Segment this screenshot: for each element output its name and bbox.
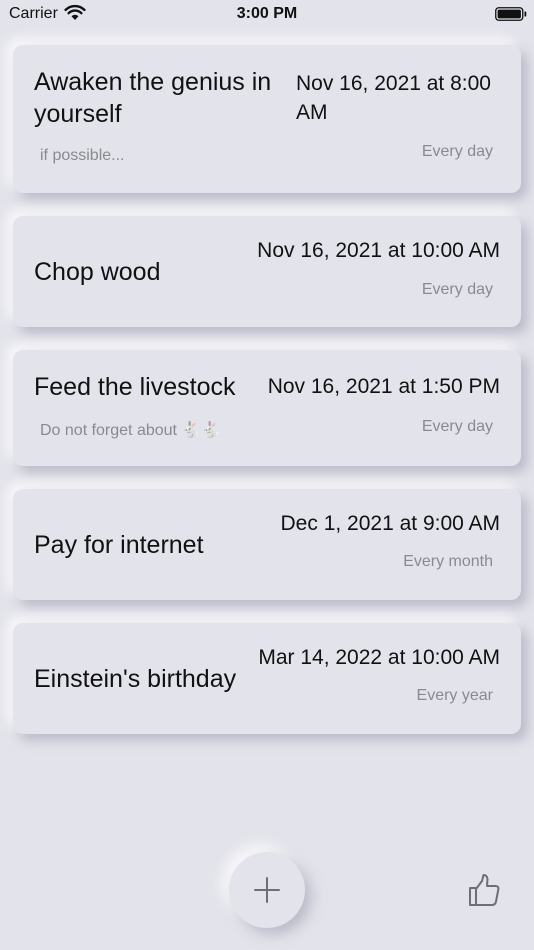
reminder-repeat: Every day: [421, 418, 493, 435]
reminder-card[interactable]: Awaken the genius in yourself Nov 16, 20…: [13, 45, 521, 193]
reminder-date: Nov 16, 2021 at 8:00 AM: [296, 72, 491, 124]
reminder-title: Chop wood: [34, 258, 161, 286]
reminder-card[interactable]: Einstein's birthday Mar 14, 2022 at 10:0…: [13, 623, 521, 734]
reminder-note: Do not forget about 🐇🐇: [40, 422, 222, 439]
reminder-title: Awaken the genius in yourself: [34, 68, 272, 128]
reminder-repeat: Every month: [403, 553, 493, 570]
clock: 3:00 PM: [236, 5, 298, 22]
plus-icon: [254, 877, 280, 903]
reminder-title: Pay for internet: [34, 531, 204, 559]
reminder-title: Feed the livestock: [34, 373, 236, 401]
reminder-repeat: Every year: [416, 687, 493, 704]
like-button[interactable]: [466, 872, 502, 908]
reminder-date: Dec 1, 2021 at 9:00 AM: [280, 512, 500, 535]
battery-icon: [495, 7, 527, 26]
reminder-repeat: Every day: [421, 143, 493, 160]
thumbs-up-icon: [469, 874, 500, 906]
reminder-card[interactable]: Pay for internet Dec 1, 2021 at 9:00 AM …: [13, 489, 521, 600]
reminder-repeat: Every day: [421, 281, 493, 298]
add-reminder-button[interactable]: [229, 852, 305, 928]
reminder-card[interactable]: Chop wood Nov 16, 2021 at 10:00 AM Every…: [13, 216, 521, 327]
reminder-title: Einstein's birthday: [34, 665, 237, 693]
reminder-card[interactable]: Feed the livestock Nov 16, 2021 at 1:50 …: [13, 350, 521, 466]
status-bar: Carrier 3:00 PM: [0, 0, 534, 30]
reminder-note: if possible...: [40, 147, 125, 164]
reminder-date: Mar 14, 2022 at 10:00 AM: [258, 646, 500, 669]
reminder-date: Nov 16, 2021 at 10:00 AM: [257, 239, 500, 262]
reminder-date: Nov 16, 2021 at 1:50 PM: [267, 375, 500, 398]
